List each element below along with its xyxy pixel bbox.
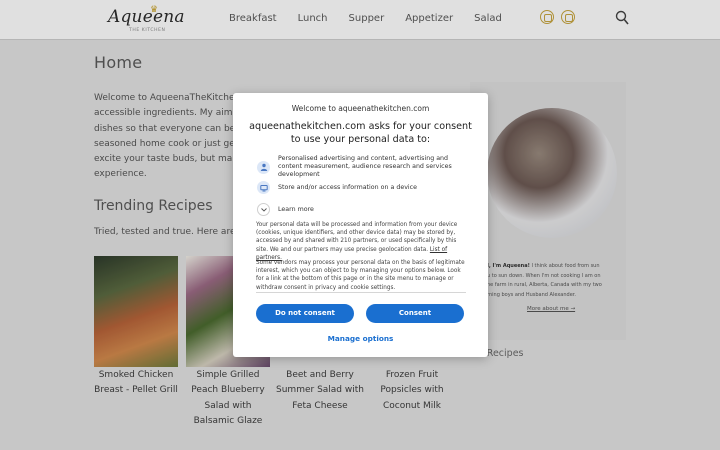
consent-dialog: Welcome to aqueenathekitchen.com aqueena… (233, 93, 488, 357)
dialog-body-legitimate-interest: Some vendors may process your personal d… (256, 260, 465, 291)
dialog-body-partners: Your personal data will be processed and… (256, 221, 468, 262)
do-not-consent-button[interactable]: Do not consent (256, 304, 354, 323)
purpose-text: Store and/or access information on a dev… (278, 183, 418, 191)
purpose-text: Personalised advertising and content, ad… (278, 155, 452, 178)
consent-button[interactable]: Consent (366, 304, 464, 323)
dialog-divider (256, 292, 466, 293)
body-text: Your personal data will be processed and… (256, 222, 458, 253)
learn-more-toggle[interactable]: Learn more (257, 203, 314, 216)
person-icon (257, 160, 270, 174)
dialog-heading: aqueenathekitchen.com asks for your cons… (249, 121, 472, 145)
chevron-down-icon (257, 203, 270, 216)
learn-more-label: Learn more (278, 206, 314, 213)
dialog-site-title: Welcome to aqueenathekitchen.com (291, 104, 430, 113)
device-icon (257, 181, 270, 194)
purpose-item: Store and/or access information on a dev… (257, 181, 417, 194)
purpose-item: Personalised advertising and content, ad… (257, 155, 468, 179)
manage-options-button[interactable]: Manage options (233, 334, 488, 343)
